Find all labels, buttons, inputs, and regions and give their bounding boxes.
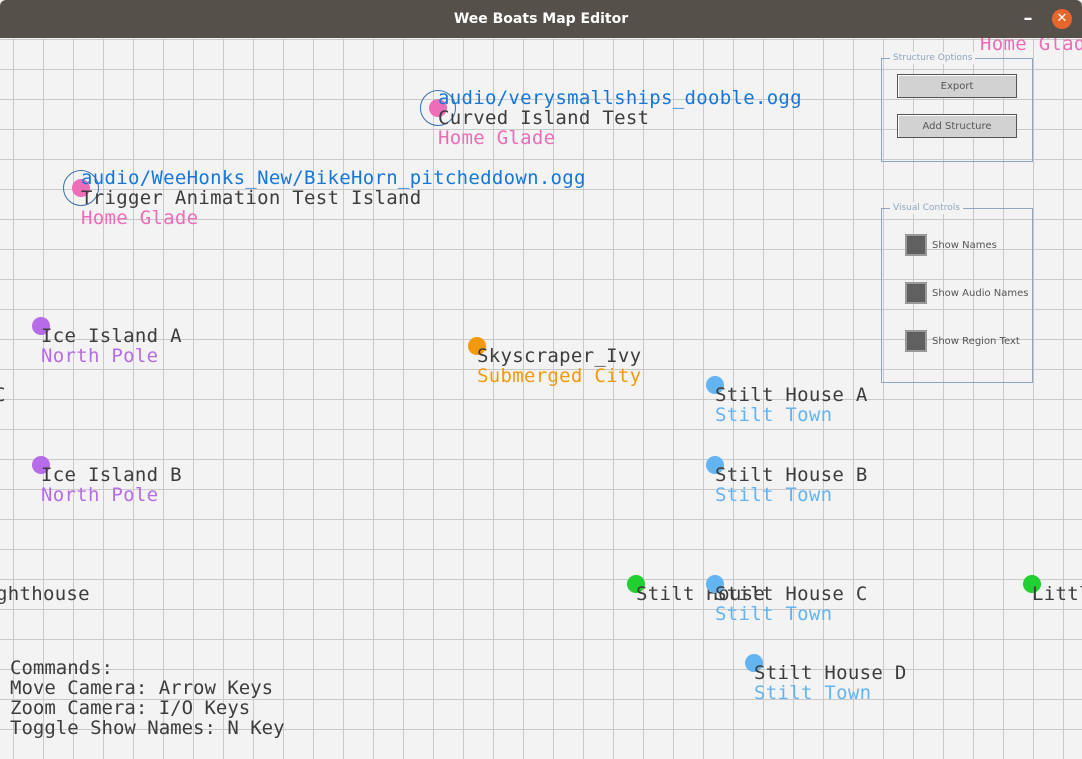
commands-heading: Commands: xyxy=(10,657,113,679)
structure-name-label: Skyscraper_Ivy xyxy=(477,345,642,367)
structure-region-label: Stilt Town xyxy=(715,404,833,426)
visual-controls-panel: Visual Controls Show Names Show Audio Na… xyxy=(881,202,1033,383)
structure-name-label: Trigger Animation Test Island xyxy=(81,187,422,209)
structure-region-label: Home Glade xyxy=(438,127,556,149)
structure-region-label: North Pole xyxy=(41,484,159,506)
minimize-button[interactable]: – xyxy=(1018,9,1038,29)
structure-options-panel: Structure Options Export Add Structure xyxy=(881,52,1033,162)
structure-audio-label: audio/WeeHonks_New/BikeHorn_pitcheddown.… xyxy=(81,167,586,189)
show-names-checkbox[interactable] xyxy=(905,234,927,256)
structure-region-label: Home Glad xyxy=(980,38,1082,55)
visual-controls-title: Visual Controls xyxy=(890,202,963,214)
command-line: Move Camera: Arrow Keys xyxy=(10,677,274,699)
structure-name-label: Ice Island A xyxy=(41,325,182,347)
structure-name-label: Stilt House D xyxy=(754,662,907,684)
show-audio-names-row: Show Audio Names xyxy=(905,282,1028,304)
show-region-text-checkbox[interactable] xyxy=(905,330,927,352)
add-structure-button[interactable]: Add Structure xyxy=(897,114,1017,138)
structure-name-label: Stilt House A xyxy=(715,384,868,406)
structure-name-label: Ice Island B xyxy=(41,464,182,486)
structure-region-label: Stilt Town xyxy=(715,603,833,625)
structure-name-label: Little xyxy=(1032,583,1082,605)
structure-name-label: C xyxy=(0,385,6,405)
structure-options-title: Structure Options xyxy=(890,52,976,64)
close-button[interactable]: ✕ xyxy=(1052,9,1072,29)
structure-region-label: Submerged City xyxy=(477,365,642,387)
structure-name-label: ghthouse xyxy=(0,583,90,605)
structure-region-label: Stilt Town xyxy=(715,484,833,506)
structure-name-label: Stilt House C xyxy=(715,583,868,605)
window-title: Wee Boats Map Editor xyxy=(453,11,629,27)
command-line: Zoom Camera: I/O Keys xyxy=(10,697,251,719)
structure-name-label: Stilt House B xyxy=(715,464,868,486)
structure-audio-label: audio/verysmallships_dooble.ogg xyxy=(438,87,802,109)
show-region-text-row: Show Region Text xyxy=(905,330,1020,352)
structure-region-label: Stilt Town xyxy=(754,682,872,704)
window-titlebar: Wee Boats Map Editor – ✕ xyxy=(0,0,1082,38)
export-button[interactable]: Export xyxy=(897,74,1017,98)
structure-region-label: North Pole xyxy=(41,345,159,367)
structure-region-label: Home Glade xyxy=(81,207,199,229)
commands-help: Commands: Move Camera: Arrow Keys Zoom C… xyxy=(10,658,285,738)
structure-name-label: Curved Island Test xyxy=(438,107,650,129)
show-names-row: Show Names xyxy=(905,234,997,256)
command-line: Toggle Show Names: N Key xyxy=(10,717,285,739)
show-names-label: Show Names xyxy=(932,239,997,251)
show-region-text-label: Show Region Text xyxy=(932,335,1020,347)
map-canvas[interactable]: audio/verysmallships_dooble.ogg Curved I… xyxy=(0,38,1082,759)
show-audio-names-checkbox[interactable] xyxy=(905,282,927,304)
show-audio-names-label: Show Audio Names xyxy=(932,287,1029,299)
